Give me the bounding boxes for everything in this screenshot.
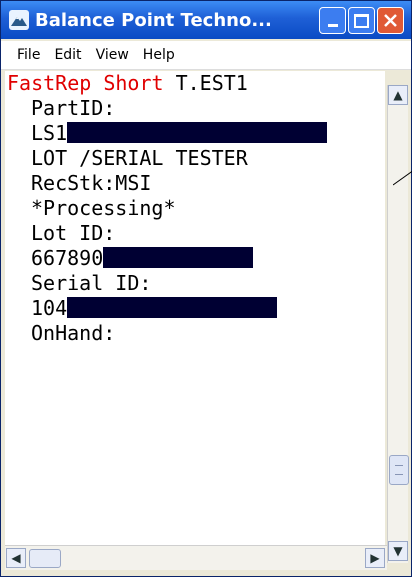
redaction-bar	[67, 297, 278, 318]
recstk-line: RecStk:MSI	[31, 171, 152, 195]
redaction-bar	[103, 247, 254, 268]
serial-label: Serial ID:	[31, 271, 152, 295]
horizontal-scrollbar[interactable]: ◀ ▶	[5, 545, 387, 570]
onhand-label: OnHand:	[31, 321, 116, 345]
vertical-scroll-thumb[interactable]	[389, 455, 409, 485]
serial-field[interactable]: 104	[5, 296, 385, 321]
serial-value: 104	[31, 296, 68, 320]
grip-icon	[395, 465, 403, 475]
terminal-screen[interactable]: FastRep Short T.EST1 PartID: LS1 LOT /SE…	[5, 71, 385, 545]
horizontal-scroll-thumb[interactable]	[29, 549, 61, 568]
vertical-scrollbar[interactable]: ▲ ▼	[387, 85, 409, 563]
part-description: LOT /SERIAL TESTER	[31, 146, 248, 170]
window-title: Balance Point Techno...	[35, 9, 272, 31]
chevron-up-icon: ▲	[393, 88, 403, 102]
maximize-button[interactable]	[348, 7, 375, 34]
app-name: FastRep Short	[7, 71, 164, 95]
close-icon	[384, 14, 397, 27]
chevron-down-icon: ▼	[393, 544, 403, 558]
scroll-right-button[interactable]: ▶	[365, 548, 385, 568]
part-label: PartID:	[31, 96, 116, 120]
lot-field[interactable]: 667890	[5, 246, 385, 271]
mountain-app-icon	[9, 10, 29, 30]
part-value: LS1	[31, 121, 68, 145]
close-button[interactable]	[377, 7, 404, 34]
menu-file[interactable]: File	[17, 47, 40, 63]
menu-edit[interactable]: Edit	[54, 47, 81, 63]
menu-view[interactable]: View	[96, 47, 129, 63]
menu-help[interactable]: Help	[143, 47, 175, 63]
screen-id: T.EST1	[163, 71, 248, 95]
part-field[interactable]: LS1	[5, 121, 385, 146]
scroll-down-button[interactable]: ▼	[388, 541, 408, 561]
lot-label: Lot ID:	[31, 221, 116, 245]
redaction-bar	[67, 122, 328, 143]
scroll-left-button[interactable]: ◀	[6, 548, 26, 568]
maximize-icon	[354, 13, 369, 28]
minimize-icon	[327, 24, 338, 27]
status-line: *Processing*	[31, 196, 176, 220]
app-window: Balance Point Techno... File Edit View H…	[0, 0, 412, 577]
title-bar[interactable]: Balance Point Techno...	[1, 1, 411, 39]
header-line: FastRep Short T.EST1	[5, 71, 385, 96]
diagonal-line-icon	[393, 170, 412, 186]
minimize-button[interactable]	[319, 7, 346, 34]
chevron-right-icon: ▶	[370, 551, 380, 565]
menu-bar: File Edit View Help	[1, 41, 411, 70]
scroll-up-button[interactable]: ▲	[388, 85, 408, 105]
chevron-left-icon: ◀	[11, 551, 21, 565]
lot-value: 667890	[31, 246, 104, 270]
